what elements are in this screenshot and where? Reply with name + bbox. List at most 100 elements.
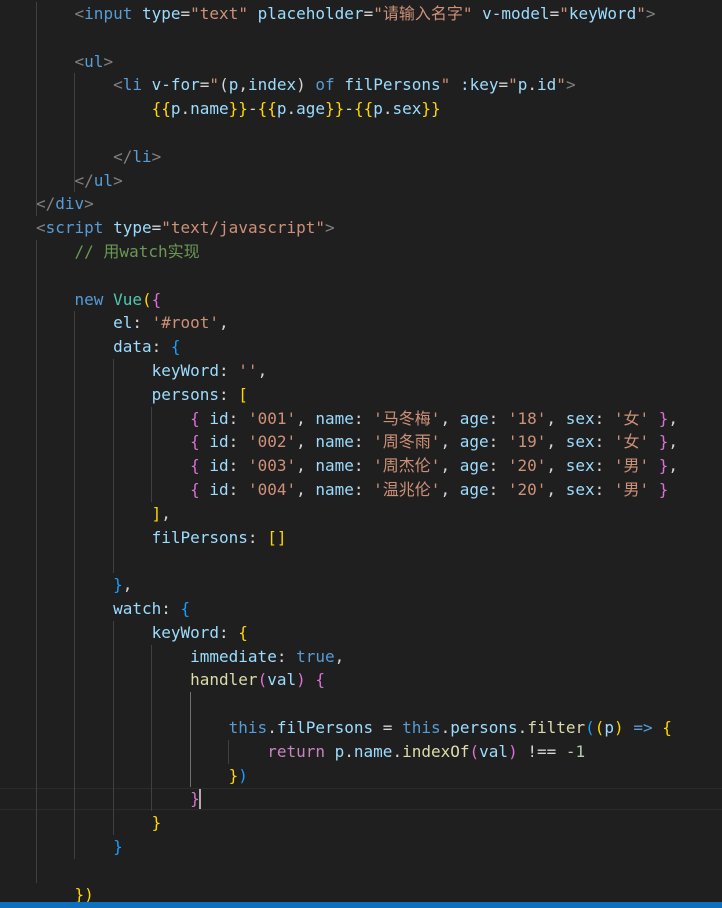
code-line[interactable]: // 用watch实现 xyxy=(0,240,722,264)
code-token: name xyxy=(315,480,354,499)
code-line[interactable] xyxy=(0,549,722,573)
code-token: < xyxy=(74,4,85,23)
code-line[interactable]: </ul> xyxy=(0,169,722,193)
code-token: '001' xyxy=(247,408,297,428)
code-token: , xyxy=(546,480,566,499)
code-token: { xyxy=(190,408,200,428)
code-token: ul xyxy=(84,51,104,71)
code-line[interactable]: handler(val) { xyxy=(0,668,722,692)
code-line[interactable]: { id: '003', name: '周杰伦', age: '20', sex… xyxy=(0,454,722,478)
code-token: : xyxy=(594,456,614,476)
code-token: p xyxy=(170,99,181,119)
code-line[interactable]: {{p.name}}-{{p.age}}-{{p.sex}} xyxy=(0,97,722,121)
code-token: "请输入名字" xyxy=(373,4,473,23)
code-token: = xyxy=(180,4,191,23)
code-line[interactable] xyxy=(0,859,722,883)
code-line[interactable]: persons: [ xyxy=(0,383,722,407)
code-line[interactable]: data: { xyxy=(0,335,722,359)
code-token: = xyxy=(373,718,403,737)
code-token: { xyxy=(315,670,326,690)
code-line[interactable]: }) xyxy=(0,883,722,902)
code-text: </li> xyxy=(36,145,161,169)
code-line[interactable]: <script type="text/javascript"> xyxy=(0,216,722,240)
code-token: [ xyxy=(238,384,248,404)
code-token: : xyxy=(353,408,374,428)
code-token: , xyxy=(219,313,229,333)
code-line[interactable]: immediate: true, xyxy=(0,645,722,669)
code-line[interactable]: el: '#root', xyxy=(0,311,722,335)
code-token: :key xyxy=(459,75,499,95)
code-line[interactable]: { id: '004', name: '温兆伦', age: '20', sex… xyxy=(0,478,722,502)
code-line[interactable] xyxy=(0,121,722,145)
code-token: id xyxy=(209,432,229,452)
code-line[interactable]: { id: '002', name: '周冬雨', age: '19', sex… xyxy=(0,430,722,454)
code-line[interactable] xyxy=(0,26,722,50)
code-line[interactable]: return p.name.indexOf(val) !== -1 xyxy=(0,740,722,764)
code-text: this.filPersons = this.persons.filter((p… xyxy=(36,716,672,740)
code-token: } xyxy=(658,432,669,452)
code-text: { id: '004', name: '温兆伦', age: '20', sex… xyxy=(36,478,668,502)
code-token: sex xyxy=(392,99,422,119)
code-token: age xyxy=(459,456,489,476)
code-line[interactable]: watch: { xyxy=(0,597,722,621)
code-token: : xyxy=(228,432,248,452)
code-text: }) xyxy=(36,764,248,788)
code-token: ( xyxy=(594,718,605,737)
code-line[interactable] xyxy=(0,264,722,288)
code-line[interactable]: new Vue({ xyxy=(0,288,722,312)
code-text: el: '#root', xyxy=(36,311,229,335)
code-token: : xyxy=(228,456,248,476)
code-line[interactable]: }) xyxy=(0,764,722,788)
code-line[interactable]: this.filPersons = this.persons.filter((p… xyxy=(0,716,722,740)
code-line[interactable]: { id: '001', name: '马冬梅', age: '18', sex… xyxy=(0,407,722,431)
code-line[interactable]: keyWord: '', xyxy=(0,359,722,383)
code-token: '20' xyxy=(507,480,547,499)
code-token: name xyxy=(190,99,229,119)
code-token: li xyxy=(122,75,142,95)
code-token: '#root' xyxy=(151,313,220,333)
code-line[interactable]: </div> xyxy=(0,192,722,216)
code-line[interactable] xyxy=(0,692,722,716)
code-token: filter xyxy=(527,718,586,737)
code-token: , xyxy=(238,75,248,95)
code-line[interactable]: } xyxy=(0,787,722,811)
code-editor[interactable]: <input type="text" placeholder="请输入名字" v… xyxy=(0,0,722,902)
code-line[interactable]: <input type="text" placeholder="请输入名字" v… xyxy=(0,2,722,26)
code-line[interactable]: <ul> xyxy=(0,50,722,74)
code-token: p xyxy=(517,75,528,95)
indent-guide xyxy=(74,311,75,859)
code-token: '004' xyxy=(247,480,297,499)
code-token: : xyxy=(488,456,508,476)
code-text: new Vue({ xyxy=(36,288,162,312)
code-token: } xyxy=(658,480,669,499)
indent-guide xyxy=(74,73,75,193)
code-token: . xyxy=(392,741,403,761)
code-text: <script type="text/javascript"> xyxy=(36,216,335,240)
code-line[interactable]: </li> xyxy=(0,145,722,169)
code-token: : xyxy=(247,527,268,547)
code-token: : xyxy=(594,480,614,499)
code-line[interactable]: }, xyxy=(0,573,722,597)
code-text: ], xyxy=(36,502,171,526)
code-token: : xyxy=(219,361,239,380)
code-line[interactable]: ], xyxy=(0,502,722,526)
code-line[interactable]: <li v-for="(p,index) of filPersons" :key… xyxy=(0,73,722,97)
code-line[interactable]: keyWord: { xyxy=(0,621,722,645)
code-token: . xyxy=(180,99,191,119)
code-token: !== xyxy=(517,741,566,761)
code-token: sex xyxy=(565,456,595,476)
code-token: , xyxy=(546,408,566,428)
code-line[interactable]: filPersons: [] xyxy=(0,526,722,550)
code-line[interactable]: } xyxy=(0,811,722,835)
code-line[interactable]: } xyxy=(0,835,722,859)
code-token: , xyxy=(296,456,316,476)
code-token: , xyxy=(257,361,268,380)
code-token: ( xyxy=(257,670,268,690)
code-token: id xyxy=(209,480,229,499)
